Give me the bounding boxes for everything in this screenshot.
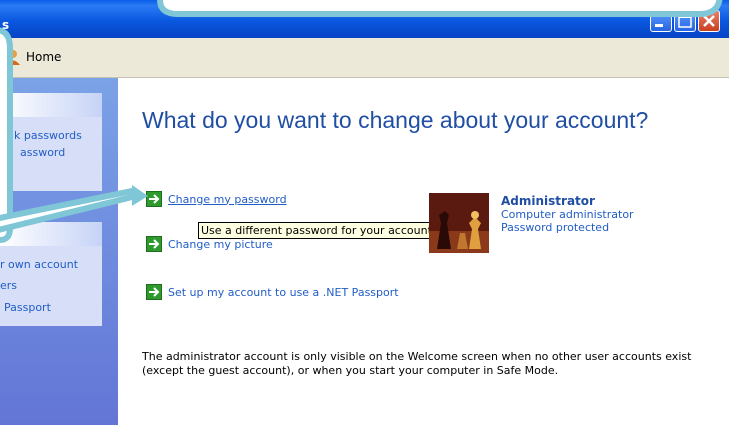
user-name: Administrator xyxy=(501,194,595,208)
user-picture xyxy=(429,193,489,253)
net-passport-link[interactable]: Set up my account to use a .NET Passport xyxy=(168,286,399,299)
user-role: Computer administrator xyxy=(501,208,634,221)
home-button[interactable]: Home xyxy=(4,48,61,66)
home-icon xyxy=(6,50,20,65)
home-label: Home xyxy=(26,50,62,64)
user-status: Password protected xyxy=(501,221,610,234)
see-also-header[interactable] xyxy=(0,222,102,246)
task-pane-link[interactable]: ers xyxy=(0,279,17,292)
minimize-icon xyxy=(655,24,663,27)
user-info: Administrator Computer administrator Pas… xyxy=(501,194,634,235)
close-icon xyxy=(703,15,715,27)
green-arrow-icon xyxy=(146,236,162,252)
see-also-box: r own account ers Passport xyxy=(0,222,102,326)
maximize-button[interactable] xyxy=(674,10,696,32)
change-picture-link[interactable]: Change my picture xyxy=(168,238,273,251)
close-button[interactable] xyxy=(698,10,720,32)
related-tasks-box: k passwords assword xyxy=(0,93,102,191)
page-heading: What do you want to change about your ac… xyxy=(142,107,649,133)
window-title: s xyxy=(2,18,10,32)
green-arrow-icon xyxy=(146,284,162,300)
task-pane-link[interactable]: Passport xyxy=(4,301,51,314)
task-pane-link[interactable]: k passwords xyxy=(14,129,82,142)
task-pane: k passwords assword r own account ers Pa… xyxy=(0,78,118,425)
task-pane-link[interactable]: assword xyxy=(20,146,65,159)
related-tasks-header[interactable] xyxy=(0,93,102,117)
change-password-link[interactable]: Change my password xyxy=(168,193,287,206)
admin-note: The administrator account is only visibl… xyxy=(142,350,692,377)
change-password-task[interactable]: Change my password xyxy=(146,191,287,207)
title-bar[interactable]: s xyxy=(0,0,729,38)
tooltip: Use a different password for your accoun… xyxy=(198,222,439,239)
task-pane-link[interactable]: r own account xyxy=(0,258,78,271)
green-arrow-icon xyxy=(146,191,162,207)
net-passport-task[interactable]: Set up my account to use a .NET Passport xyxy=(146,284,399,300)
toolbar: Home xyxy=(0,38,729,78)
maximize-icon xyxy=(678,14,692,28)
chess-pieces-picture xyxy=(429,193,489,253)
minimize-button[interactable] xyxy=(650,10,672,32)
